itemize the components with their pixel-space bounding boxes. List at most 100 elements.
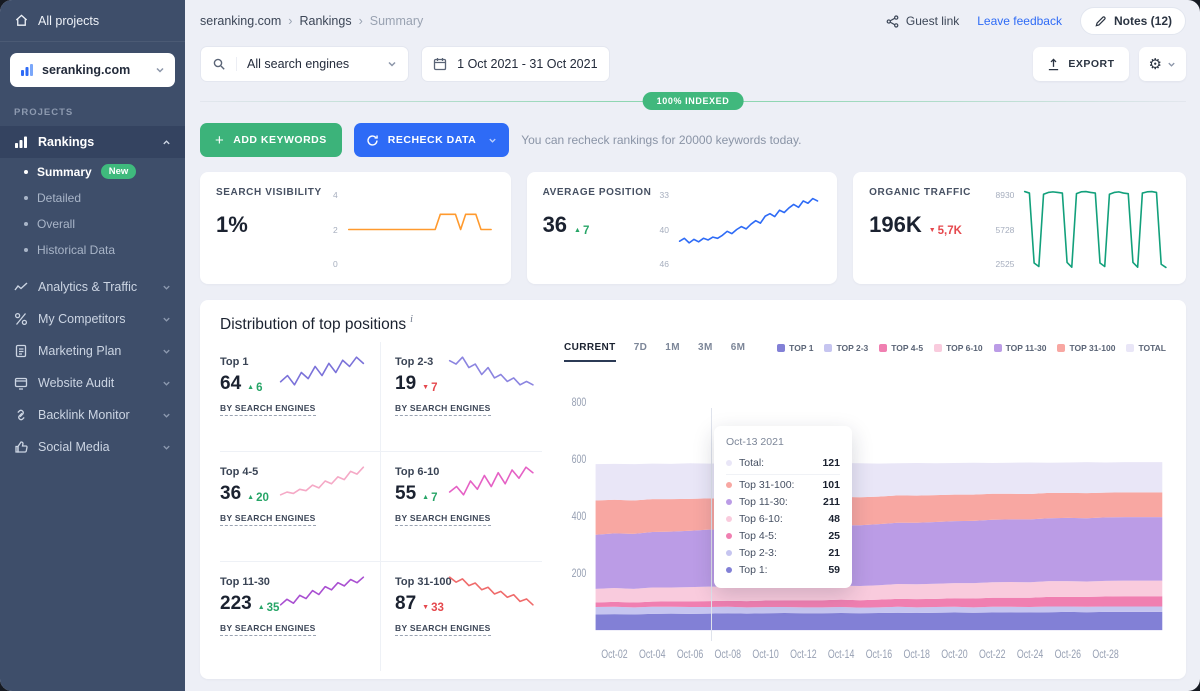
backlink-icon (14, 408, 28, 422)
guest-link-button[interactable]: Guest link (886, 14, 959, 28)
stat-top-31-100: Top 31-100 87 ▼33 BY SEARCH ENGINES (381, 562, 542, 671)
export-button[interactable]: EXPORT (1033, 47, 1128, 81)
website-audit-icon (14, 376, 28, 390)
tooltip-row: Top 31-100:101 (726, 477, 840, 494)
breadcrumb-project[interactable]: seranking.com (200, 14, 281, 28)
topbar-actions: Guest link Leave feedback Notes (12) (886, 7, 1186, 35)
by-search-engines-link[interactable]: BY SEARCH ENGINES (220, 403, 316, 416)
metrics-row: SEARCH VISIBILITY 1% 420 AVERAGE POSITIO… (200, 172, 1186, 284)
settings-button[interactable]: ⚙ (1139, 47, 1186, 81)
export-icon (1047, 58, 1060, 71)
app-window: All projects seranking.com PROJECTS Rank… (0, 0, 1200, 691)
notes-button[interactable]: Notes (12) (1080, 7, 1186, 35)
info-icon[interactable]: i (410, 314, 413, 334)
tooltip-date: Oct-13 2021 (726, 436, 840, 448)
chevron-down-icon (155, 65, 165, 75)
chart-period-tabs: CURRENT 7D 1M 3M 6M (564, 342, 745, 362)
date-range-picker[interactable]: 1 Oct 2021 - 31 Oct 2021 (421, 46, 609, 82)
legend-item[interactable]: TOP 2-3 (824, 343, 868, 353)
by-search-engines-link[interactable]: BY SEARCH ENGINES (395, 513, 491, 526)
sidebar-item-my-competitors[interactable]: My Competitors (0, 303, 185, 335)
stat-value: 223 (220, 593, 252, 615)
tooltip-value: 21 (828, 547, 840, 559)
by-search-engines-link[interactable]: BY SEARCH ENGINES (395, 623, 491, 636)
sidebar-subitem-detailed[interactable]: Detailed (0, 185, 185, 211)
subitem-label: Overall (37, 217, 75, 231)
tooltip-row: Top 2-3:21 (726, 545, 840, 562)
breadcrumb-separator: › (359, 14, 363, 28)
tab-7d[interactable]: 7D (634, 342, 648, 362)
legend-chip (994, 344, 1002, 352)
legend-item[interactable]: TOP 4-5 (879, 343, 923, 353)
tab-3m[interactable]: 3M (698, 342, 713, 362)
top-6-10-sparkline (447, 464, 536, 498)
recheck-hint-text: You can recheck rankings for 20000 keywo… (521, 133, 801, 147)
sidebar-subitem-overall[interactable]: Overall (0, 211, 185, 237)
stat-delta: ▼7 (422, 382, 437, 394)
legend-item[interactable]: TOP 1 (777, 343, 813, 353)
search-engines-dropdown[interactable]: All search engines (200, 46, 409, 82)
metric-label: SEARCH VISIBILITY (216, 187, 333, 198)
sidebar-item-label: Website Audit (38, 376, 114, 390)
leave-feedback-link[interactable]: Leave feedback (977, 14, 1062, 28)
top-4-5-sparkline (278, 464, 366, 498)
tooltip-label: Total: (739, 457, 764, 469)
tooltip-value: 101 (822, 479, 840, 491)
by-search-engines-link[interactable]: BY SEARCH ENGINES (395, 403, 491, 416)
notes-label: Notes (12) (1114, 14, 1172, 28)
x-tick-label: Oct-16 (866, 648, 893, 662)
sidebar-nav: Rankings Summary New Detailed Overall (0, 126, 185, 463)
top-31-100-sparkline (447, 574, 536, 608)
tab-1m[interactable]: 1M (665, 342, 680, 362)
tooltip-label: Top 1: (739, 564, 768, 576)
recheck-data-button[interactable]: RECHECK DATA (354, 123, 509, 157)
chart-tooltip: Oct-13 2021 Total:121Top 31-100:101Top 1… (714, 426, 852, 588)
metric-value: 36 (543, 212, 567, 238)
legend-item[interactable]: TOTAL (1126, 343, 1166, 353)
legend-chip (1057, 344, 1065, 352)
all-projects-link[interactable]: All projects (0, 0, 185, 42)
chevron-down-icon (488, 136, 497, 145)
tab-current[interactable]: CURRENT (564, 342, 616, 362)
legend-item[interactable]: TOP 11-30 (994, 343, 1047, 353)
add-keywords-button[interactable]: + ADD KEYWORDS (200, 123, 342, 157)
bullet-icon (24, 248, 28, 252)
y-tick-label: 800 (572, 396, 587, 410)
sidebar-item-website-audit[interactable]: Website Audit (0, 367, 185, 399)
tooltip-dot (726, 567, 732, 573)
by-search-engines-link[interactable]: BY SEARCH ENGINES (220, 513, 316, 526)
stat-top-2-3: Top 2-3 19 ▼7 BY SEARCH ENGINES (381, 342, 542, 452)
plus-icon: + (215, 132, 224, 149)
refresh-icon (366, 134, 379, 147)
x-tick-label: Oct-26 (1055, 648, 1082, 662)
sidebar-item-marketing-plan[interactable]: Marketing Plan (0, 335, 185, 367)
tab-6m[interactable]: 6M (731, 342, 746, 362)
new-badge: New (101, 164, 137, 179)
metric-delta: ▼5,7K (929, 225, 962, 237)
sidebar-subitem-summary[interactable]: Summary New (0, 158, 185, 185)
project-name: seranking.com (42, 63, 130, 77)
sidebar-item-rankings[interactable]: Rankings (0, 126, 185, 158)
x-tick-label: Oct-10 (752, 648, 779, 662)
stacked-area-chart[interactable]: 200400600800Oct-02Oct-04Oct-06Oct-08Oct-… (564, 362, 1166, 671)
sidebar-subitem-historical-data[interactable]: Historical Data (0, 237, 185, 263)
tooltip-dot (726, 533, 732, 539)
sidebar-item-social-media[interactable]: Social Media (0, 431, 185, 463)
breadcrumb-rankings[interactable]: Rankings (299, 14, 351, 28)
legend-item[interactable]: TOP 31-100 (1057, 343, 1115, 353)
marketing-plan-icon (14, 344, 28, 358)
indexed-badge: 100% INDEXED (643, 92, 744, 110)
all-projects-label: All projects (38, 14, 99, 28)
project-selector[interactable]: seranking.com (10, 53, 175, 87)
breadcrumb: seranking.com › Rankings › Summary (200, 14, 423, 28)
sidebar-item-analytics-traffic[interactable]: Analytics & Traffic (0, 271, 185, 303)
subitem-label: Detailed (37, 191, 81, 205)
sidebar-item-backlink-monitor[interactable]: Backlink Monitor (0, 399, 185, 431)
by-search-engines-link[interactable]: BY SEARCH ENGINES (220, 623, 316, 636)
x-tick-label: Oct-06 (677, 648, 704, 662)
legend-item[interactable]: TOP 6-10 (934, 343, 983, 353)
stat-delta: ▲6 (247, 382, 262, 394)
recheck-data-label: RECHECK DATA (388, 134, 476, 146)
y-tick-label: 600 (572, 453, 587, 467)
breadcrumb-summary: Summary (370, 14, 423, 28)
